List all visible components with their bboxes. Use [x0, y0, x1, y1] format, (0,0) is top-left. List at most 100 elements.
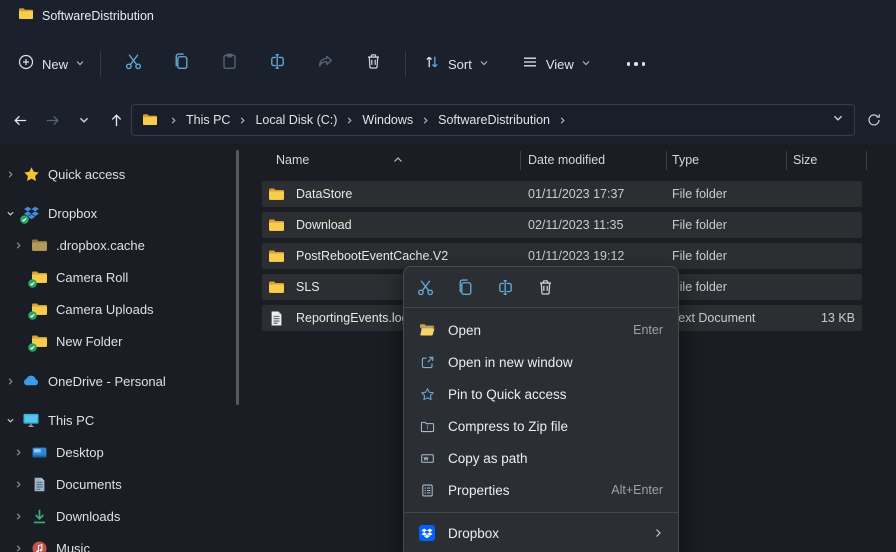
paste-button[interactable]: [209, 47, 249, 81]
rename-button[interactable]: [493, 275, 517, 299]
dropbox-icon: [419, 525, 435, 541]
address-field[interactable]: This PC Local Disk (C:) Windows Software…: [131, 104, 855, 136]
rename-button[interactable]: [257, 47, 297, 81]
recent-locations-button[interactable]: [70, 106, 98, 134]
chevron-down-icon[interactable]: [2, 205, 18, 221]
share-button[interactable]: [305, 47, 345, 81]
menu-item-compress-to-zip[interactable]: Compress to Zip file: [404, 410, 678, 442]
sidebar-item-label: .dropbox.cache: [56, 238, 145, 253]
column-divider[interactable]: [666, 151, 667, 170]
sidebar-item-new-folder[interactable]: New Folder: [0, 325, 255, 357]
sidebar-item-dropbox[interactable]: Dropbox: [0, 197, 255, 229]
open-folder-icon: [419, 322, 435, 338]
table-row[interactable]: DataStore 01/11/2023 17:37 File folder: [262, 181, 862, 207]
copy-icon: [456, 278, 475, 297]
sidebar-item-desktop[interactable]: Desktop: [0, 436, 255, 468]
sidebar-item-onedrive[interactable]: OneDrive - Personal: [0, 365, 255, 397]
menu-item-pin-to-quick-access[interactable]: Pin to Quick access: [404, 378, 678, 410]
chevron-right-icon[interactable]: [10, 540, 26, 552]
chevron-placeholder: [10, 269, 26, 285]
menu-item-copy-as-path[interactable]: Copy as path: [404, 442, 678, 474]
breadcrumb-windows[interactable]: Windows: [357, 110, 418, 130]
menu-item-open-in-new-window[interactable]: Open in new window: [404, 346, 678, 378]
copy-button[interactable]: [453, 275, 477, 299]
folder-icon: [268, 279, 285, 296]
menu-item-shortcut: Enter: [633, 323, 663, 337]
file-date: 02/11/2023 11:35: [528, 218, 623, 232]
chevron-right-icon[interactable]: [10, 476, 26, 492]
copy-button[interactable]: [161, 47, 201, 81]
chevron-right-icon[interactable]: [2, 373, 18, 389]
sidebar-item-this-pc[interactable]: This PC: [0, 404, 255, 436]
menu-item-dropbox[interactable]: Dropbox: [404, 517, 678, 549]
column-header-size[interactable]: Size: [793, 153, 817, 167]
column-header-name[interactable]: Name: [276, 153, 309, 167]
breadcrumb-chevron-icon[interactable]: [166, 116, 181, 125]
delete-button[interactable]: [353, 47, 393, 81]
chevron-right-icon[interactable]: [10, 237, 26, 253]
sidebar-item-music[interactable]: Music: [0, 532, 255, 552]
chevron-right-icon[interactable]: [10, 508, 26, 524]
title-bar: SoftwareDistribution: [0, 0, 896, 32]
breadcrumb-chevron-icon[interactable]: [235, 116, 250, 125]
breadcrumb-this-pc[interactable]: This PC: [181, 110, 235, 130]
column-divider[interactable]: [866, 151, 867, 170]
pin-star-icon: [419, 386, 435, 402]
plus-circle-icon: [17, 53, 35, 76]
breadcrumb-chevron-icon[interactable]: [555, 116, 570, 125]
see-more-button[interactable]: [616, 47, 656, 81]
chevron-down-icon[interactable]: [2, 412, 18, 428]
up-button[interactable]: [102, 106, 130, 134]
column-header-date-modified[interactable]: Date modified: [528, 153, 605, 167]
file-name: SLS: [296, 280, 320, 294]
sync-check-icon: [28, 343, 37, 352]
cut-button[interactable]: [113, 47, 153, 81]
breadcrumb-local-disk[interactable]: Local Disk (C:): [250, 110, 342, 130]
sort-button[interactable]: Sort: [414, 47, 498, 82]
zip-folder-icon: [419, 418, 435, 434]
folder-synced-icon: [30, 300, 48, 318]
window-chrome: SoftwareDistribution New: [0, 0, 896, 144]
sidebar-item-camera-roll[interactable]: Camera Roll: [0, 261, 255, 293]
back-button[interactable]: [6, 106, 34, 134]
file-name: ReportingEvents.log: [296, 311, 409, 325]
new-button[interactable]: New: [8, 47, 94, 82]
sidebar-item-camera-uploads[interactable]: Camera Uploads: [0, 293, 255, 325]
folder-icon: [142, 112, 158, 128]
delete-icon: [364, 52, 383, 76]
breadcrumb-chevron-icon[interactable]: [418, 116, 433, 125]
properties-icon: [419, 482, 435, 498]
column-divider[interactable]: [786, 151, 787, 170]
view-list-icon: [521, 53, 539, 76]
menu-item-properties[interactable]: Properties Alt+Enter: [404, 474, 678, 506]
table-row[interactable]: Download 02/11/2023 11:35 File folder: [262, 212, 862, 238]
sidebar-item-dropbox-cache[interactable]: .dropbox.cache: [0, 229, 255, 261]
menu-item-label: Open: [448, 323, 481, 338]
sidebar-item-label: Camera Roll: [56, 270, 128, 285]
forward-button[interactable]: [38, 106, 66, 134]
sidebar-item-documents[interactable]: Documents: [0, 468, 255, 500]
downloads-icon: [30, 507, 48, 525]
music-icon: [30, 539, 48, 552]
folder-icon: [268, 248, 285, 265]
sidebar-item-quick-access[interactable]: Quick access: [0, 158, 255, 190]
text-file-icon: [268, 310, 285, 327]
breadcrumb-software-distribution[interactable]: SoftwareDistribution: [433, 110, 555, 130]
delete-button[interactable]: [533, 275, 557, 299]
chevron-right-icon[interactable]: [2, 166, 18, 182]
cut-button[interactable]: [413, 275, 437, 299]
address-dropdown-button[interactable]: [832, 111, 844, 129]
sort-ascending-icon: [393, 153, 403, 167]
column-header-type[interactable]: Type: [672, 153, 699, 167]
column-divider[interactable]: [520, 151, 521, 170]
sidebar-item-downloads[interactable]: Downloads: [0, 500, 255, 532]
breadcrumb-chevron-icon[interactable]: [342, 116, 357, 125]
sidebar-scrollbar[interactable]: [236, 150, 239, 405]
arrow-up-icon: [108, 112, 125, 129]
share-icon: [316, 52, 335, 76]
menu-item-open[interactable]: Open Enter: [404, 314, 678, 346]
view-button[interactable]: View: [512, 47, 600, 82]
toolbar-separator: [100, 51, 101, 77]
chevron-right-icon[interactable]: [10, 444, 26, 460]
refresh-button[interactable]: [860, 106, 888, 134]
